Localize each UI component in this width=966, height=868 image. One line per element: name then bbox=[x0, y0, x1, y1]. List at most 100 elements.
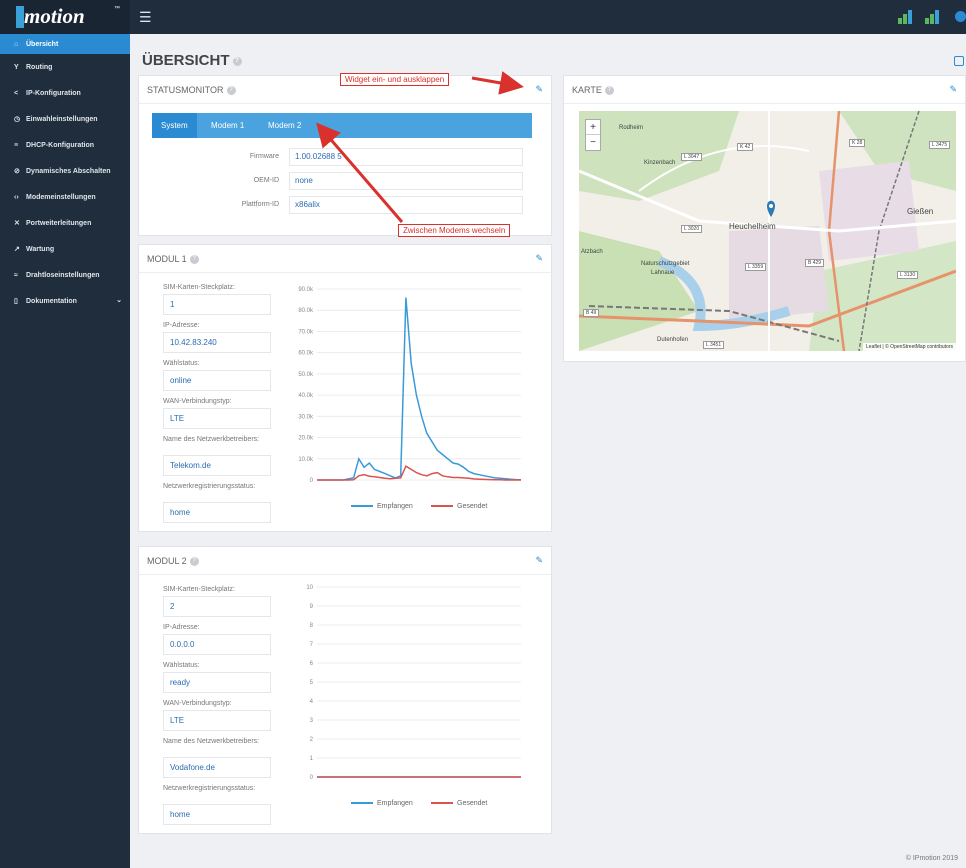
firmware-value: 1.00.02688 5 bbox=[289, 148, 523, 166]
y-tick-label: 60.0k bbox=[298, 351, 314, 357]
map-view[interactable]: + − Heuchelheim Gießen Naturschutzgebiet… bbox=[579, 111, 956, 351]
panel-header: KARTE? ✎ bbox=[564, 76, 965, 104]
road-label: K 28 bbox=[849, 139, 866, 147]
map-label: Rodheim bbox=[619, 125, 644, 131]
tab-modem-2[interactable]: Modem 2 bbox=[259, 113, 310, 138]
map-label: Gießen bbox=[907, 207, 934, 216]
y-tick-label: 0 bbox=[310, 775, 314, 781]
pin-icon[interactable]: ✎ bbox=[535, 253, 543, 264]
book-icon: ▯ bbox=[14, 298, 18, 305]
field-value: LTE bbox=[163, 408, 271, 429]
tab-system[interactable]: System bbox=[152, 113, 197, 138]
field-value: 1 bbox=[163, 294, 271, 315]
panel-title: MODUL 1 bbox=[147, 254, 187, 264]
field-value: 10.42.83.240 bbox=[163, 332, 271, 353]
sidebar-item[interactable]: ▯ Dokumentation ⌄ bbox=[0, 288, 130, 314]
sidebar-item-label: Übersicht bbox=[26, 40, 59, 48]
field-value: home bbox=[163, 804, 271, 825]
field-label: Netzwerkregistrierungsstatus: bbox=[163, 785, 256, 792]
road-label: L 3475 bbox=[929, 141, 951, 149]
legend-label: Gesendet bbox=[457, 800, 487, 807]
sidebar-item-label: Einwahleinstellungen bbox=[26, 115, 98, 123]
field-label: Wählstatus: bbox=[163, 662, 200, 669]
map-label: Naturschutzgebiet bbox=[641, 261, 690, 267]
sidebar-item[interactable]: ✕ Portweiterleitungen bbox=[0, 210, 130, 236]
firmware-label: Firmware bbox=[249, 153, 279, 160]
sidebar-item[interactable]: ↗ Wartung bbox=[0, 236, 130, 262]
platform-id-value: x86alix bbox=[289, 196, 523, 214]
field-value: online bbox=[163, 370, 271, 391]
zoom-in-button[interactable]: + bbox=[586, 120, 600, 135]
y-tick-label: 10 bbox=[306, 585, 313, 591]
sidebar-item-label: Wartung bbox=[26, 245, 55, 253]
sidebar-item[interactable]: ⌂ Übersicht bbox=[0, 34, 130, 54]
help-icon[interactable]: ? bbox=[604, 86, 614, 96]
field-value: Telekom.de bbox=[163, 455, 271, 476]
y-tick-label: 20.0k bbox=[298, 436, 314, 442]
modem-tabs: System Modem 1 Modem 2 bbox=[152, 113, 532, 138]
pin-icon[interactable]: ✎ bbox=[949, 84, 957, 95]
info-icon[interactable] bbox=[955, 10, 966, 24]
ipmotion-logo[interactable]: motion ™ bbox=[0, 0, 130, 34]
sidebar-item-label: Dokumentation bbox=[26, 297, 77, 305]
pin-icon[interactable]: ✎ bbox=[535, 84, 543, 95]
panel-header: MODUL 1? ✎ bbox=[139, 245, 551, 273]
help-icon[interactable]: ? bbox=[226, 86, 236, 96]
shuffle-icon: ✕ bbox=[14, 220, 20, 227]
help-icon[interactable]: ? bbox=[189, 255, 199, 265]
sidebar-item[interactable]: ◷ Einwahleinstellungen bbox=[0, 106, 130, 132]
hamburger-icon[interactable]: ☰ bbox=[139, 9, 152, 26]
modul-1-traffic-chart: 90.0k 80.0k 70.0k 60.0k 50.0k 40.0k 30.0k 20.0k… bbox=[298, 287, 522, 510]
y-tick-label: 70.0k bbox=[298, 329, 314, 335]
sidebar-item[interactable]: ⊘ Dynamisches Abschalten bbox=[0, 158, 130, 184]
sidebar-item[interactable]: ‹› Modemeinstellungen bbox=[0, 184, 130, 210]
road-label: B 429 bbox=[805, 259, 825, 267]
tab-modem-1[interactable]: Modem 1 bbox=[202, 113, 253, 138]
code-icon: ‹› bbox=[14, 193, 19, 201]
panel-title: KARTE bbox=[572, 85, 602, 95]
wifi-icon: ≈ bbox=[14, 271, 18, 279]
road-label: L 3451 bbox=[703, 341, 725, 349]
field-label: WAN-Verbindungstyp: bbox=[163, 398, 232, 405]
y-tick-label: 6 bbox=[310, 661, 314, 667]
field-value: Vodafone.de bbox=[163, 757, 271, 778]
zoom-out-button[interactable]: − bbox=[586, 135, 600, 150]
y-tick-label: 50.0k bbox=[298, 372, 314, 378]
field-label: SIM-Karten-Steckplatz: bbox=[163, 586, 235, 593]
y-tick-label: 4 bbox=[310, 699, 314, 705]
page-title-text: ÜBERSICHT bbox=[142, 52, 230, 69]
share-icon: < bbox=[14, 89, 19, 97]
y-tick-label: 7 bbox=[310, 642, 314, 648]
signal-status-icon[interactable] bbox=[898, 10, 918, 24]
y-tick-label: 2 bbox=[310, 737, 314, 743]
signal-status-icon[interactable] bbox=[925, 10, 945, 24]
sidebar-item-label: Routing bbox=[26, 63, 53, 71]
logo-trademark: ™ bbox=[114, 6, 120, 12]
sidebar-item[interactable]: ≈ Drahtloseinstellungen bbox=[0, 262, 130, 288]
help-icon[interactable]: ? bbox=[232, 56, 242, 66]
edit-icon[interactable] bbox=[954, 56, 964, 66]
legend-label: Empfangen bbox=[377, 800, 413, 807]
field-value: 0.0.0.0 bbox=[163, 634, 271, 655]
sidebar-item[interactable]: ≡ DHCP-Konfiguration bbox=[0, 132, 130, 158]
legend-label: Gesendet bbox=[457, 503, 487, 510]
modul-1-panel: MODUL 1? ✎ SIM-Karten-Steckplatz: 1 IP-Adr… bbox=[138, 244, 552, 532]
pin-icon[interactable]: ✎ bbox=[535, 555, 543, 566]
sidebar-item[interactable]: < IP-Konfiguration bbox=[0, 80, 130, 106]
legend-label: Empfangen bbox=[377, 503, 413, 510]
map-label: Lahnaue bbox=[651, 270, 675, 276]
map-label: Dutenhofen bbox=[657, 337, 689, 343]
y-tick-label: 80.0k bbox=[298, 308, 314, 314]
map-attribution[interactable]: Leaflet | © OpenStreetMap contributors bbox=[863, 343, 956, 351]
power-icon: ⊘ bbox=[14, 168, 20, 175]
help-icon[interactable]: ? bbox=[189, 557, 199, 567]
sidebar-item[interactable]: Y Routing bbox=[0, 54, 130, 80]
sidebar: ⌂ Übersicht Y Routing < IP-Konfiguration ◷ Einw… bbox=[0, 34, 130, 868]
map-label: Atzbach bbox=[581, 249, 603, 255]
chevron-down-icon[interactable]: ⌄ bbox=[116, 296, 122, 304]
footer-copyright: © IPmotion 2019 bbox=[905, 855, 958, 862]
y-tick-label: 3 bbox=[310, 718, 314, 724]
road-label: L 3047 bbox=[681, 153, 703, 161]
sidebar-item-label: DHCP-Konfiguration bbox=[26, 141, 95, 149]
wrench-icon: ↗ bbox=[14, 246, 20, 253]
